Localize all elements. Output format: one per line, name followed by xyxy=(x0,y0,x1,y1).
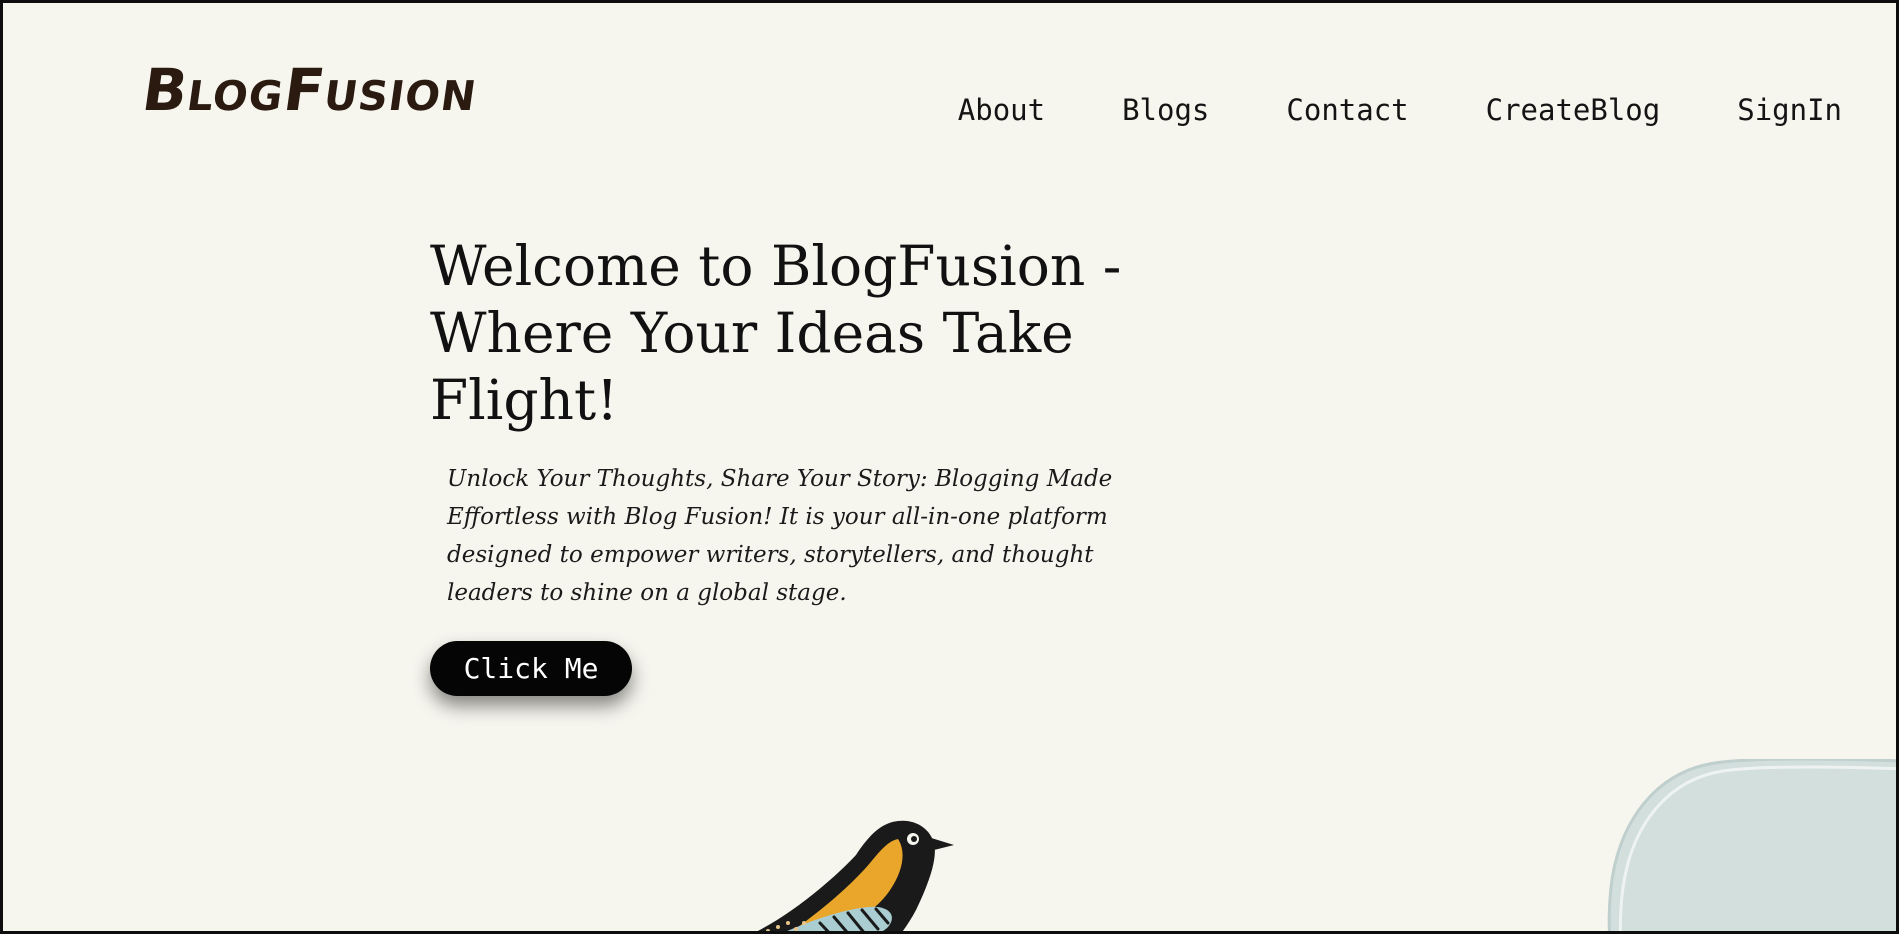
nav-link-createblog[interactable]: CreateBlog xyxy=(1486,93,1661,127)
nav-link-blogs[interactable]: Blogs xyxy=(1122,93,1209,127)
site-logo[interactable]: BlogFusion xyxy=(138,56,482,124)
cloud-blob-shape xyxy=(1607,759,1896,931)
nav-link-about[interactable]: About xyxy=(958,93,1045,127)
hero-subtitle: Unlock Your Thoughts, Share Your Story: … xyxy=(447,466,1113,606)
hero-title: Welcome to BlogFusion - Where Your Ideas… xyxy=(430,234,1122,432)
click-me-button[interactable]: Click Me xyxy=(430,641,632,696)
nav-link-signin[interactable]: SignIn xyxy=(1737,93,1842,127)
main-nav: About Blogs Contact CreateBlog SignIn xyxy=(881,93,1842,127)
bird-illustration xyxy=(757,820,954,931)
page-frame: BlogFusion About Blogs Contact CreateBlo… xyxy=(0,0,1899,934)
nav-link-contact[interactable]: Contact xyxy=(1286,93,1408,127)
